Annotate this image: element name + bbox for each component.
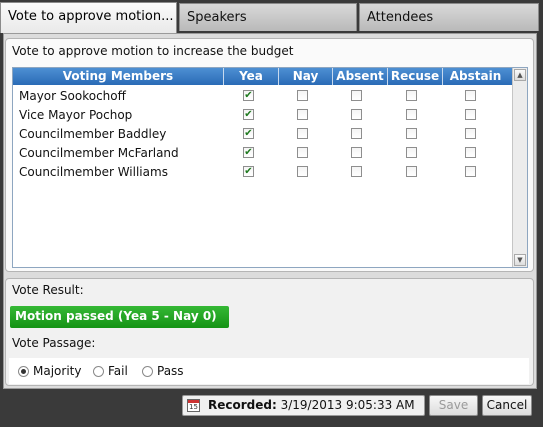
table-row: Vice Mayor Pochop ✔	[13, 106, 512, 125]
absent-checkbox[interactable]	[351, 128, 362, 139]
calendar-icon-day: 15	[189, 403, 198, 411]
abstain-checkbox[interactable]	[465, 166, 476, 177]
scroll-down-icon[interactable]: ▼	[514, 254, 526, 266]
recorded-label: Recorded:	[208, 398, 277, 412]
nay-checkbox[interactable]	[297, 128, 308, 139]
tab-speakers[interactable]: Speakers	[179, 3, 357, 31]
recorded-value: 3/19/2013 9:05:33 AM	[280, 398, 415, 412]
radio-fail[interactable]: Fail	[93, 364, 128, 378]
abstain-checkbox[interactable]	[465, 128, 476, 139]
abstain-checkbox[interactable]	[465, 109, 476, 120]
col-voting-members[interactable]: Voting Members	[13, 68, 224, 85]
radio-pass-label: Pass	[157, 364, 184, 378]
table-row: Councilmember Williams ✔	[13, 163, 512, 182]
member-name: Mayor Sookochoff	[19, 89, 126, 103]
member-name: Councilmember McFarland	[19, 146, 179, 160]
radio-pass[interactable]: Pass	[142, 364, 184, 378]
recuse-checkbox[interactable]	[406, 128, 417, 139]
nay-checkbox[interactable]	[297, 147, 308, 158]
yea-checkbox[interactable]: ✔	[243, 147, 254, 158]
absent-checkbox[interactable]	[351, 166, 362, 177]
member-name: Councilmember Williams	[19, 165, 168, 179]
radio-fail-label: Fail	[108, 364, 128, 378]
grid-scrollbar[interactable]: ▲ ▼	[512, 68, 527, 267]
col-nay[interactable]: Nay	[279, 68, 333, 85]
grid-header: Voting Members Yea Nay Absent Recuse Abs…	[13, 68, 512, 85]
recuse-checkbox[interactable]	[406, 166, 417, 177]
table-row: Councilmember Baddley ✔	[13, 125, 512, 144]
absent-checkbox[interactable]	[351, 147, 362, 158]
vote-passage-options: Majority Fail Pass	[9, 358, 529, 384]
col-yea[interactable]: Yea	[224, 68, 279, 85]
abstain-checkbox[interactable]	[465, 147, 476, 158]
member-name: Vice Mayor Pochop	[19, 108, 133, 122]
absent-checkbox[interactable]	[351, 109, 362, 120]
radio-fail-dot[interactable]	[93, 365, 104, 377]
tab-attendees[interactable]: Attendees	[359, 3, 539, 31]
col-abstain[interactable]: Abstain	[443, 68, 508, 85]
nay-checkbox[interactable]	[297, 90, 308, 101]
tab-vote[interactable]: Vote to approve motion...	[0, 2, 177, 33]
col-absent[interactable]: Absent	[333, 68, 388, 85]
abstain-checkbox[interactable]	[465, 90, 476, 101]
recuse-checkbox[interactable]	[406, 147, 417, 158]
save-button[interactable]: Save	[429, 395, 478, 416]
yea-checkbox[interactable]: ✔	[243, 90, 254, 101]
recuse-checkbox[interactable]	[406, 109, 417, 120]
tab-bar: Vote to approve motion... Speakers Atten…	[0, 0, 543, 33]
nay-checkbox[interactable]	[297, 166, 308, 177]
scroll-up-icon[interactable]: ▲	[514, 69, 526, 81]
vote-result-badge: Motion passed (Yea 5 - Nay 0)	[10, 306, 229, 328]
nay-checkbox[interactable]	[297, 109, 308, 120]
table-row: Mayor Sookochoff ✔	[13, 87, 512, 106]
vote-result-label: Vote Result:	[12, 283, 84, 297]
recuse-checkbox[interactable]	[406, 90, 417, 101]
radio-pass-dot[interactable]	[142, 365, 153, 377]
radio-majority-label: Majority	[33, 364, 82, 378]
radio-majority[interactable]: Majority	[18, 364, 81, 378]
yea-checkbox[interactable]: ✔	[243, 109, 254, 120]
yea-checkbox[interactable]: ✔	[243, 128, 254, 139]
calendar-icon: 15	[187, 399, 200, 412]
voting-grid: Voting Members Yea Nay Absent Recuse Abs…	[12, 67, 528, 268]
absent-checkbox[interactable]	[351, 90, 362, 101]
cancel-button[interactable]: Cancel	[482, 395, 532, 416]
radio-majority-dot[interactable]	[18, 365, 29, 377]
vote-passage-label: Vote Passage:	[12, 336, 96, 350]
col-recuse[interactable]: Recuse	[388, 68, 443, 85]
table-row: Councilmember McFarland ✔	[13, 144, 512, 163]
recorded-box: 15 Recorded: 3/19/2013 9:05:33 AM	[182, 395, 425, 416]
member-name: Councilmember Baddley	[19, 127, 167, 141]
motion-title: Vote to approve motion to increase the b…	[12, 44, 294, 58]
yea-checkbox[interactable]: ✔	[243, 166, 254, 177]
